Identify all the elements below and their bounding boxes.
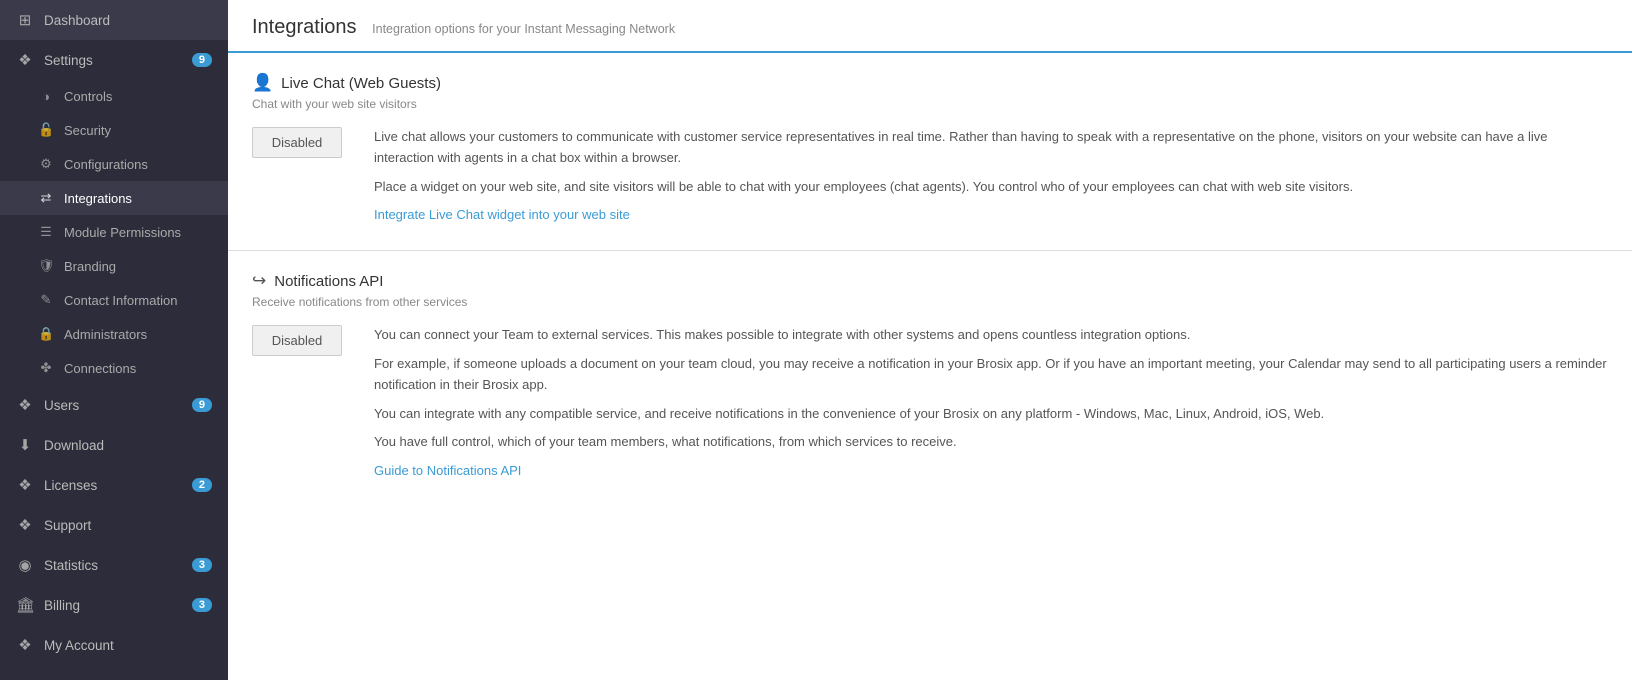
sidebar-item-licenses[interactable]: ❖ Licenses 2	[0, 465, 228, 505]
sidebar-item-users[interactable]: ❖ Users 9	[0, 385, 228, 425]
sidebar-item-label: Module Permissions	[64, 225, 181, 240]
sidebar-item-label: Support	[44, 518, 91, 533]
licenses-icon: ❖	[16, 476, 34, 494]
sidebar-item-label: Download	[44, 438, 104, 453]
page-content: 👤 Live Chat (Web Guests) Chat with your …	[228, 53, 1632, 506]
notifications-api-title: Notifications API	[274, 273, 383, 290]
sidebar-item-configurations[interactable]: ⚙ Configurations	[0, 147, 228, 181]
security-icon: 🔓	[38, 122, 54, 138]
notifications-api-toggle-button[interactable]: Disabled	[252, 325, 342, 356]
live-chat-header: 👤 Live Chat (Web Guests)	[252, 73, 1608, 93]
billing-icon: 🏛	[16, 596, 34, 614]
dashboard-icon: ⊞	[16, 11, 34, 29]
sidebar-item-label: Configurations	[64, 157, 148, 172]
connections-icon: ✤	[38, 360, 54, 376]
sidebar-item-label: Branding	[64, 259, 116, 274]
sidebar-item-label: Security	[64, 123, 111, 138]
notifications-api-description: You can connect your Team to external se…	[374, 325, 1608, 482]
sidebar-item-my-account[interactable]: ❖ My Account	[0, 625, 228, 665]
licenses-badge: 2	[192, 478, 212, 492]
support-icon: ❖	[16, 516, 34, 534]
live-chat-description: Live chat allows your customers to commu…	[374, 127, 1608, 226]
page-subtitle: Integration options for your Instant Mes…	[372, 22, 675, 36]
sidebar-item-label: Dashboard	[44, 13, 110, 28]
sidebar-item-label: Integrations	[64, 191, 132, 206]
notifications-api-subtitle: Receive notifications from other service…	[252, 295, 1608, 309]
sidebar-item-label: Controls	[64, 89, 112, 104]
live-chat-title: Live Chat (Web Guests)	[281, 75, 441, 92]
sidebar-item-settings[interactable]: ❖ Settings 9	[0, 40, 228, 80]
live-chat-section: 👤 Live Chat (Web Guests) Chat with your …	[228, 53, 1632, 251]
sidebar-item-statistics[interactable]: ◉ Statistics 3	[0, 545, 228, 585]
notifications-api-section: ↪ Notifications API Receive notification…	[228, 251, 1632, 506]
billing-badge: 3	[192, 598, 212, 612]
live-chat-body: Disabled Live chat allows your customers…	[252, 127, 1608, 226]
module-permissions-icon: ☰	[38, 224, 54, 240]
sidebar-item-integrations[interactable]: ⇄ Integrations	[0, 181, 228, 215]
sidebar-item-administrators[interactable]: 🔒 Administrators	[0, 317, 228, 351]
sidebar-item-label: Billing	[44, 598, 80, 613]
sidebar-item-download[interactable]: ⬇ Download	[0, 425, 228, 465]
sidebar-item-label: Contact Information	[64, 293, 177, 308]
sidebar-item-controls[interactable]: ◑ Controls	[0, 80, 228, 113]
sidebar-item-label: My Account	[44, 638, 114, 653]
notifications-api-para-2: For example, if someone uploads a docume…	[374, 354, 1608, 396]
sidebar-item-label: Connections	[64, 361, 136, 376]
my-account-icon: ❖	[16, 636, 34, 654]
sidebar-item-label: Administrators	[64, 327, 147, 342]
sidebar-item-label: Settings	[44, 53, 93, 68]
users-icon: ❖	[16, 396, 34, 414]
notifications-api-para-4: You have full control, which of your tea…	[374, 432, 1608, 453]
sidebar-item-dashboard[interactable]: ⊞ Dashboard	[0, 0, 228, 40]
sidebar-item-security[interactable]: 🔓 Security	[0, 113, 228, 147]
configurations-icon: ⚙	[38, 156, 54, 172]
administrators-icon: 🔒	[38, 326, 54, 342]
notifications-api-header: ↪ Notifications API	[252, 271, 1608, 291]
settings-icon: ❖	[16, 51, 34, 69]
live-chat-subtitle: Chat with your web site visitors	[252, 97, 1608, 111]
sidebar-item-support[interactable]: ❖ Support	[0, 505, 228, 545]
sidebar-item-branding[interactable]: 🛡 Branding	[0, 249, 228, 283]
notifications-api-body: Disabled You can connect your Team to ex…	[252, 325, 1608, 482]
main-content: Integrations Integration options for you…	[228, 0, 1632, 680]
live-chat-para-2: Place a widget on your web site, and sit…	[374, 177, 1608, 198]
live-chat-icon: 👤	[252, 73, 273, 93]
download-icon: ⬇	[16, 436, 34, 454]
notifications-api-para-3: You can integrate with any compatible se…	[374, 404, 1608, 425]
controls-icon: ◑	[38, 89, 54, 104]
sidebar-item-label: Statistics	[44, 558, 98, 573]
sidebar-item-connections[interactable]: ✤ Connections	[0, 351, 228, 385]
statistics-badge: 3	[192, 558, 212, 572]
statistics-icon: ◉	[16, 556, 34, 574]
notifications-api-para-1: You can connect your Team to external se…	[374, 325, 1608, 346]
sidebar-item-label: Users	[44, 398, 79, 413]
contact-information-icon: ✎	[38, 292, 54, 308]
sidebar-item-contact-information[interactable]: ✎ Contact Information	[0, 283, 228, 317]
integrations-icon: ⇄	[38, 190, 54, 206]
page-header: Integrations Integration options for you…	[228, 0, 1632, 53]
sidebar-item-label: Licenses	[44, 478, 97, 493]
notifications-api-icon: ↪	[252, 271, 266, 291]
page-title: Integrations	[252, 16, 357, 38]
sidebar: ⊞ Dashboard ❖ Settings 9 ◑ Controls 🔓 Se…	[0, 0, 228, 680]
live-chat-toggle-button[interactable]: Disabled	[252, 127, 342, 158]
settings-badge: 9	[192, 53, 212, 67]
notifications-api-link[interactable]: Guide to Notifications API	[374, 463, 521, 478]
live-chat-para-1: Live chat allows your customers to commu…	[374, 127, 1608, 169]
sidebar-item-billing[interactable]: 🏛 Billing 3	[0, 585, 228, 625]
live-chat-link[interactable]: Integrate Live Chat widget into your web…	[374, 207, 630, 222]
branding-icon: 🛡	[38, 258, 54, 274]
users-badge: 9	[192, 398, 212, 412]
sidebar-item-module-permissions[interactable]: ☰ Module Permissions	[0, 215, 228, 249]
